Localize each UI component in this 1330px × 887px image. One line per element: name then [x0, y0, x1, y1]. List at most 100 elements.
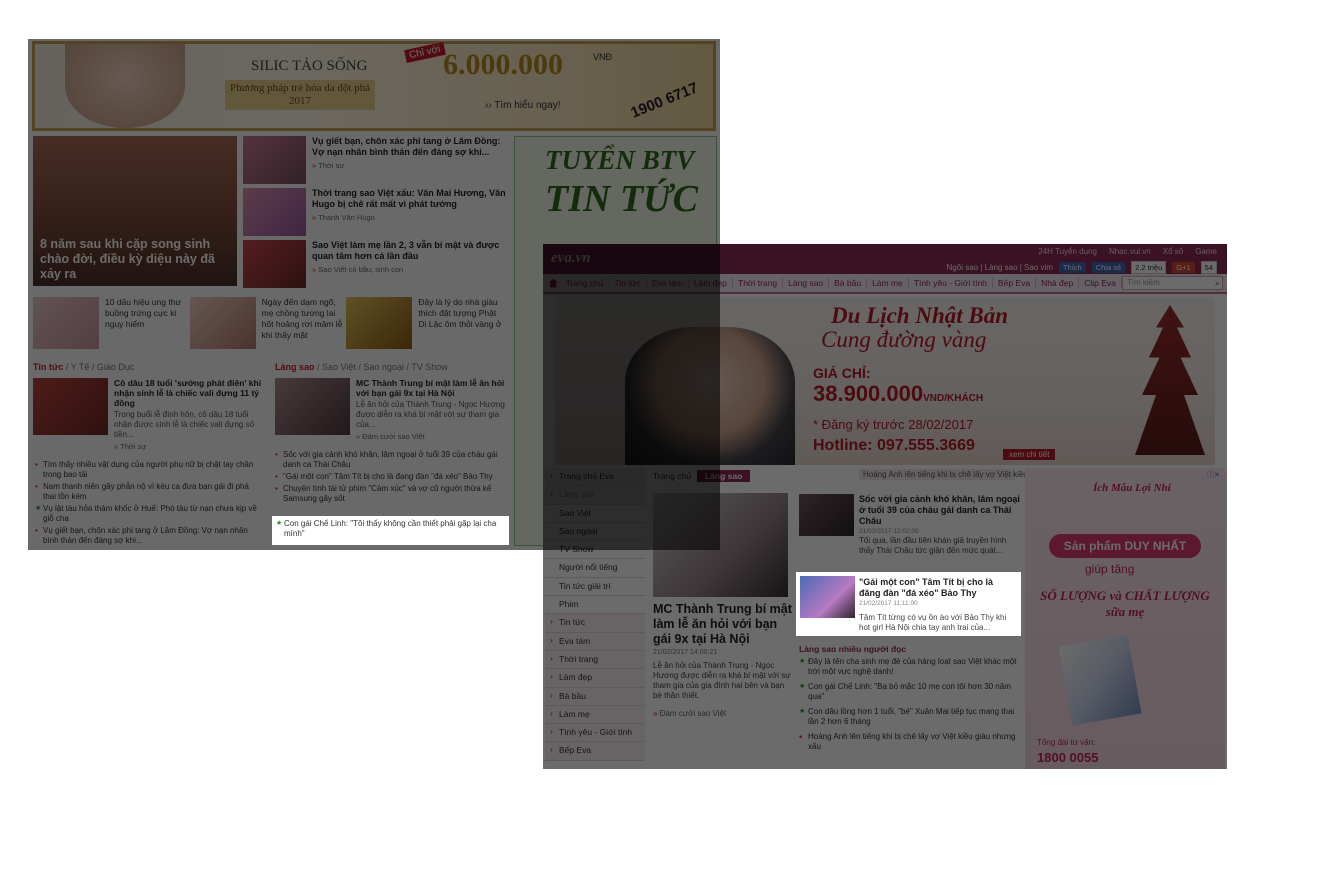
- sidebar-item[interactable]: Eva tám: [545, 632, 645, 651]
- main-story-image[interactable]: [653, 493, 788, 597]
- breadcrumb-home[interactable]: Trang chủ: [653, 471, 691, 481]
- section-subs[interactable]: / Sao Việt / Sao ngoại / TV Show: [317, 362, 448, 372]
- sidebar-item[interactable]: Làm đẹp: [545, 669, 645, 688]
- list-item[interactable]: Tìm thấy nhiều vật dụng của người phụ nữ…: [33, 460, 261, 480]
- highlighted-story[interactable]: "Gái một con" Tâm Tít bị cho là đăng đàn…: [859, 577, 1017, 608]
- strip-item[interactable]: Đây là lý do nhà giàu thích đặt tượng Ph…: [346, 297, 503, 353]
- nav-item[interactable]: Thời trang: [733, 278, 784, 288]
- nav-item[interactable]: Làm mẹ: [867, 278, 909, 288]
- strip-item[interactable]: 10 dấu hiệu ung thư buồng trứng cực kì n…: [33, 297, 190, 353]
- feature-title[interactable]: MC Thành Trung bí mật làm lễ ăn hỏi với …: [356, 378, 505, 398]
- nav-item[interactable]: Làm đẹp: [689, 278, 733, 288]
- sidebar-item[interactable]: Tin tức: [545, 614, 645, 633]
- sidebar-subitem[interactable]: Người nổi tiếng: [545, 559, 645, 578]
- story-title[interactable]: Sốc với gia cảnh khó khăn, lâm ngoại ở t…: [859, 494, 1021, 527]
- silic-ad-banner[interactable]: SILIC TẢO SỐNG Phương pháp trẻ hóa da độ…: [32, 41, 716, 131]
- site-logo[interactable]: eva.vn: [551, 250, 591, 267]
- nav-item[interactable]: Tin tức: [610, 278, 647, 288]
- news-title[interactable]: Thời trang sao Việt xấu: Văn Mai Hương, …: [312, 188, 508, 210]
- strip-title[interactable]: 10 dấu hiệu ung thư buồng trứng cực kì n…: [105, 297, 190, 353]
- sidebar-item[interactable]: Trang chủ Eva: [545, 468, 645, 487]
- story-title[interactable]: "Gái một con" Tâm Tít bị cho là đăng đàn…: [859, 577, 1017, 599]
- sidebar-subitem[interactable]: Sao Việt: [545, 504, 645, 523]
- japan-tour-ad[interactable]: Du Lịch Nhật Bản Cung đường vàng GIÁ CHỈ…: [555, 297, 1215, 465]
- news-item[interactable]: Sao Việt làm mẹ lần 2, 3 vẫn bí mật và đ…: [243, 240, 508, 288]
- sidebar-subitem[interactable]: Sao ngoại: [545, 522, 645, 542]
- nav-item[interactable]: Làng sao: [783, 278, 830, 288]
- list-item[interactable]: Sốc với gia cảnh khó khăn, lâm ngoại ở t…: [273, 450, 501, 470]
- sidebar-item[interactable]: Bếp Eva: [545, 742, 645, 761]
- featured-story-left[interactable]: Cô dâu 18 tuổi 'sướng phát điên' khi nhậ…: [33, 378, 263, 451]
- news-item[interactable]: Vụ giết bạn, chôn xác phi tang ở Lâm Đồn…: [243, 136, 508, 184]
- news-title[interactable]: Sao Việt làm mẹ lần 2, 3 vẫn bí mật và đ…: [312, 240, 508, 262]
- hero-story[interactable]: 8 năm sau khi cặp song sinh chào đời, đi…: [33, 136, 237, 286]
- ad-cta-link[interactable]: ›› Tìm hiểu ngay!: [485, 100, 560, 111]
- hot-news-ticker[interactable]: Hoàng Anh lên tiếng khi bị chê lấy vợ Vi…: [859, 469, 1028, 480]
- toplink-24h[interactable]: 24H Tuyển dụng: [1038, 247, 1097, 256]
- sidebar-subitem[interactable]: Phim: [545, 596, 645, 615]
- home-icon[interactable]: [549, 278, 558, 288]
- feature-category[interactable]: » Đám cưới sao Việt: [356, 432, 505, 441]
- nav-item[interactable]: Trang chủ: [561, 278, 610, 288]
- google-plus-button[interactable]: G+1: [1172, 262, 1195, 273]
- section-head[interactable]: Tin tức: [33, 362, 63, 372]
- hero-caption[interactable]: 8 năm sau khi cặp song sinh chào đời, đi…: [40, 237, 231, 282]
- main-story-title[interactable]: MC Thành Trung bí mật làm lễ ăn hỏi với …: [653, 602, 793, 647]
- feature-thumbnail[interactable]: [33, 378, 108, 435]
- strip-item[interactable]: Ngày đến dạm ngõ, mẹ chồng tương lai hốt…: [189, 297, 347, 353]
- strip-thumbnail[interactable]: [346, 297, 413, 349]
- nav-item[interactable]: Bếp Eva: [993, 278, 1037, 288]
- facebook-share-button[interactable]: Chia sẻ: [1091, 262, 1126, 273]
- feature-title[interactable]: Cô dâu 18 tuổi 'sướng phát điên' khi nhậ…: [114, 378, 263, 408]
- search-input[interactable]: Tìm kiếm ⌕: [1121, 276, 1223, 290]
- list-item[interactable]: Nam thanh niên gây phẫn nộ vì kéu ca đưa…: [33, 482, 261, 502]
- section-subs[interactable]: / Y Tế / Giáo Dục: [66, 362, 135, 372]
- strip-title[interactable]: Ngày đến dạm ngõ, mẹ chồng tương lai hốt…: [262, 297, 347, 353]
- sidebar-item[interactable]: Bà bầu: [545, 687, 645, 706]
- featured-story-right[interactable]: MC Thành Trung bí mật làm lễ ăn hỏi với …: [275, 378, 505, 441]
- sidebar-item[interactable]: Làm mẹ: [545, 705, 645, 725]
- list-item[interactable]: Chuyện tình tài tử phim "Cảm xúc" và vợ …: [273, 484, 501, 504]
- sidebar-item[interactable]: Làng sao: [545, 486, 645, 505]
- strip-thumbnail[interactable]: [189, 297, 256, 349]
- nav-item[interactable]: Bà bầu: [829, 278, 868, 288]
- ad-details-button[interactable]: xem chi tiết: [1003, 449, 1056, 460]
- toplink-game[interactable]: Game: [1195, 247, 1217, 256]
- list-item[interactable]: Vụ lật tàu hỏa thảm khốc ở Huế: Phó tàu …: [33, 504, 261, 524]
- news-category[interactable]: Thanh Văn Hugo: [312, 213, 508, 222]
- news-thumbnail[interactable]: [243, 188, 306, 236]
- list-item[interactable]: "Gái một con" Tâm Tít bị cho là đang đàn…: [273, 472, 501, 482]
- news-thumbnail[interactable]: [243, 136, 306, 184]
- search-icon[interactable]: ⌕: [1215, 278, 1220, 289]
- story-thumbnail[interactable]: [800, 576, 855, 618]
- news-category[interactable]: Sao Việt có bầu, sinh con: [312, 265, 508, 274]
- side-story[interactable]: Sốc với gia cảnh khó khăn, lâm ngoại ở t…: [799, 494, 1021, 556]
- nav-item[interactable]: Clip Eva: [1079, 278, 1122, 288]
- highlighted-link-box[interactable]: Con gái Chế Linh: "Tôi thấy không cần th…: [272, 516, 509, 545]
- toplink-xoso[interactable]: Xổ số: [1163, 247, 1183, 256]
- most-read-item[interactable]: Hoàng Anh lên tiếng khi bị chê lấy vợ Vi…: [799, 732, 1021, 752]
- most-read-item[interactable]: Đây là tên cha sinh mẹ đẻ của hàng loạt …: [799, 657, 1021, 677]
- news-item[interactable]: Thời trang sao Việt xấu: Văn Mai Hương, …: [243, 188, 508, 236]
- main-story-category[interactable]: Đám cưới sao Việt: [653, 709, 726, 718]
- feature-category[interactable]: » Thời sự: [114, 442, 263, 451]
- login-links[interactable]: Ngôi sao | Làng sao | Sao vim: [947, 263, 1053, 272]
- toplink-nhac[interactable]: Nhạc.vui.vn: [1109, 247, 1151, 256]
- list-item[interactable]: Vụ giết bạn, chôn xác phi tang ở Lâm Đồn…: [33, 526, 261, 546]
- sidebar-item[interactable]: Thời trang: [545, 650, 645, 670]
- section-head[interactable]: Làng sao: [275, 362, 315, 372]
- news-thumbnail[interactable]: [243, 240, 306, 288]
- breadcrumb-active[interactable]: Làng sao: [696, 470, 751, 482]
- highlighted-link[interactable]: Con gái Chế Linh: "Tôi thấy không cần th…: [274, 519, 506, 539]
- nav-item[interactable]: Eva tám: [647, 278, 689, 288]
- most-read-item[interactable]: Con gái Chế Linh: "Ba bỏ mặc 10 mẹ con t…: [799, 682, 1021, 702]
- most-read-item[interactable]: Con dâu lồng hơn 1 tuổi, "bé" Xuân Mai t…: [799, 707, 1021, 727]
- sidebar-item[interactable]: Tình yêu - Giới tính: [545, 724, 645, 743]
- nav-item[interactable]: Tình yêu - Giới tính: [909, 278, 993, 288]
- story-thumbnail[interactable]: [799, 494, 854, 536]
- strip-title[interactable]: Đây là lý do nhà giàu thích đặt tượng Ph…: [418, 297, 503, 353]
- milk-ad[interactable]: Ích Mẫu Lợi Nhi Sản phẩm DUY NHẤT giúp t…: [1025, 468, 1225, 769]
- feature-thumbnail[interactable]: [275, 378, 350, 435]
- adchoices-icon[interactable]: ⓘ✕: [1207, 470, 1220, 480]
- strip-thumbnail[interactable]: [33, 297, 99, 349]
